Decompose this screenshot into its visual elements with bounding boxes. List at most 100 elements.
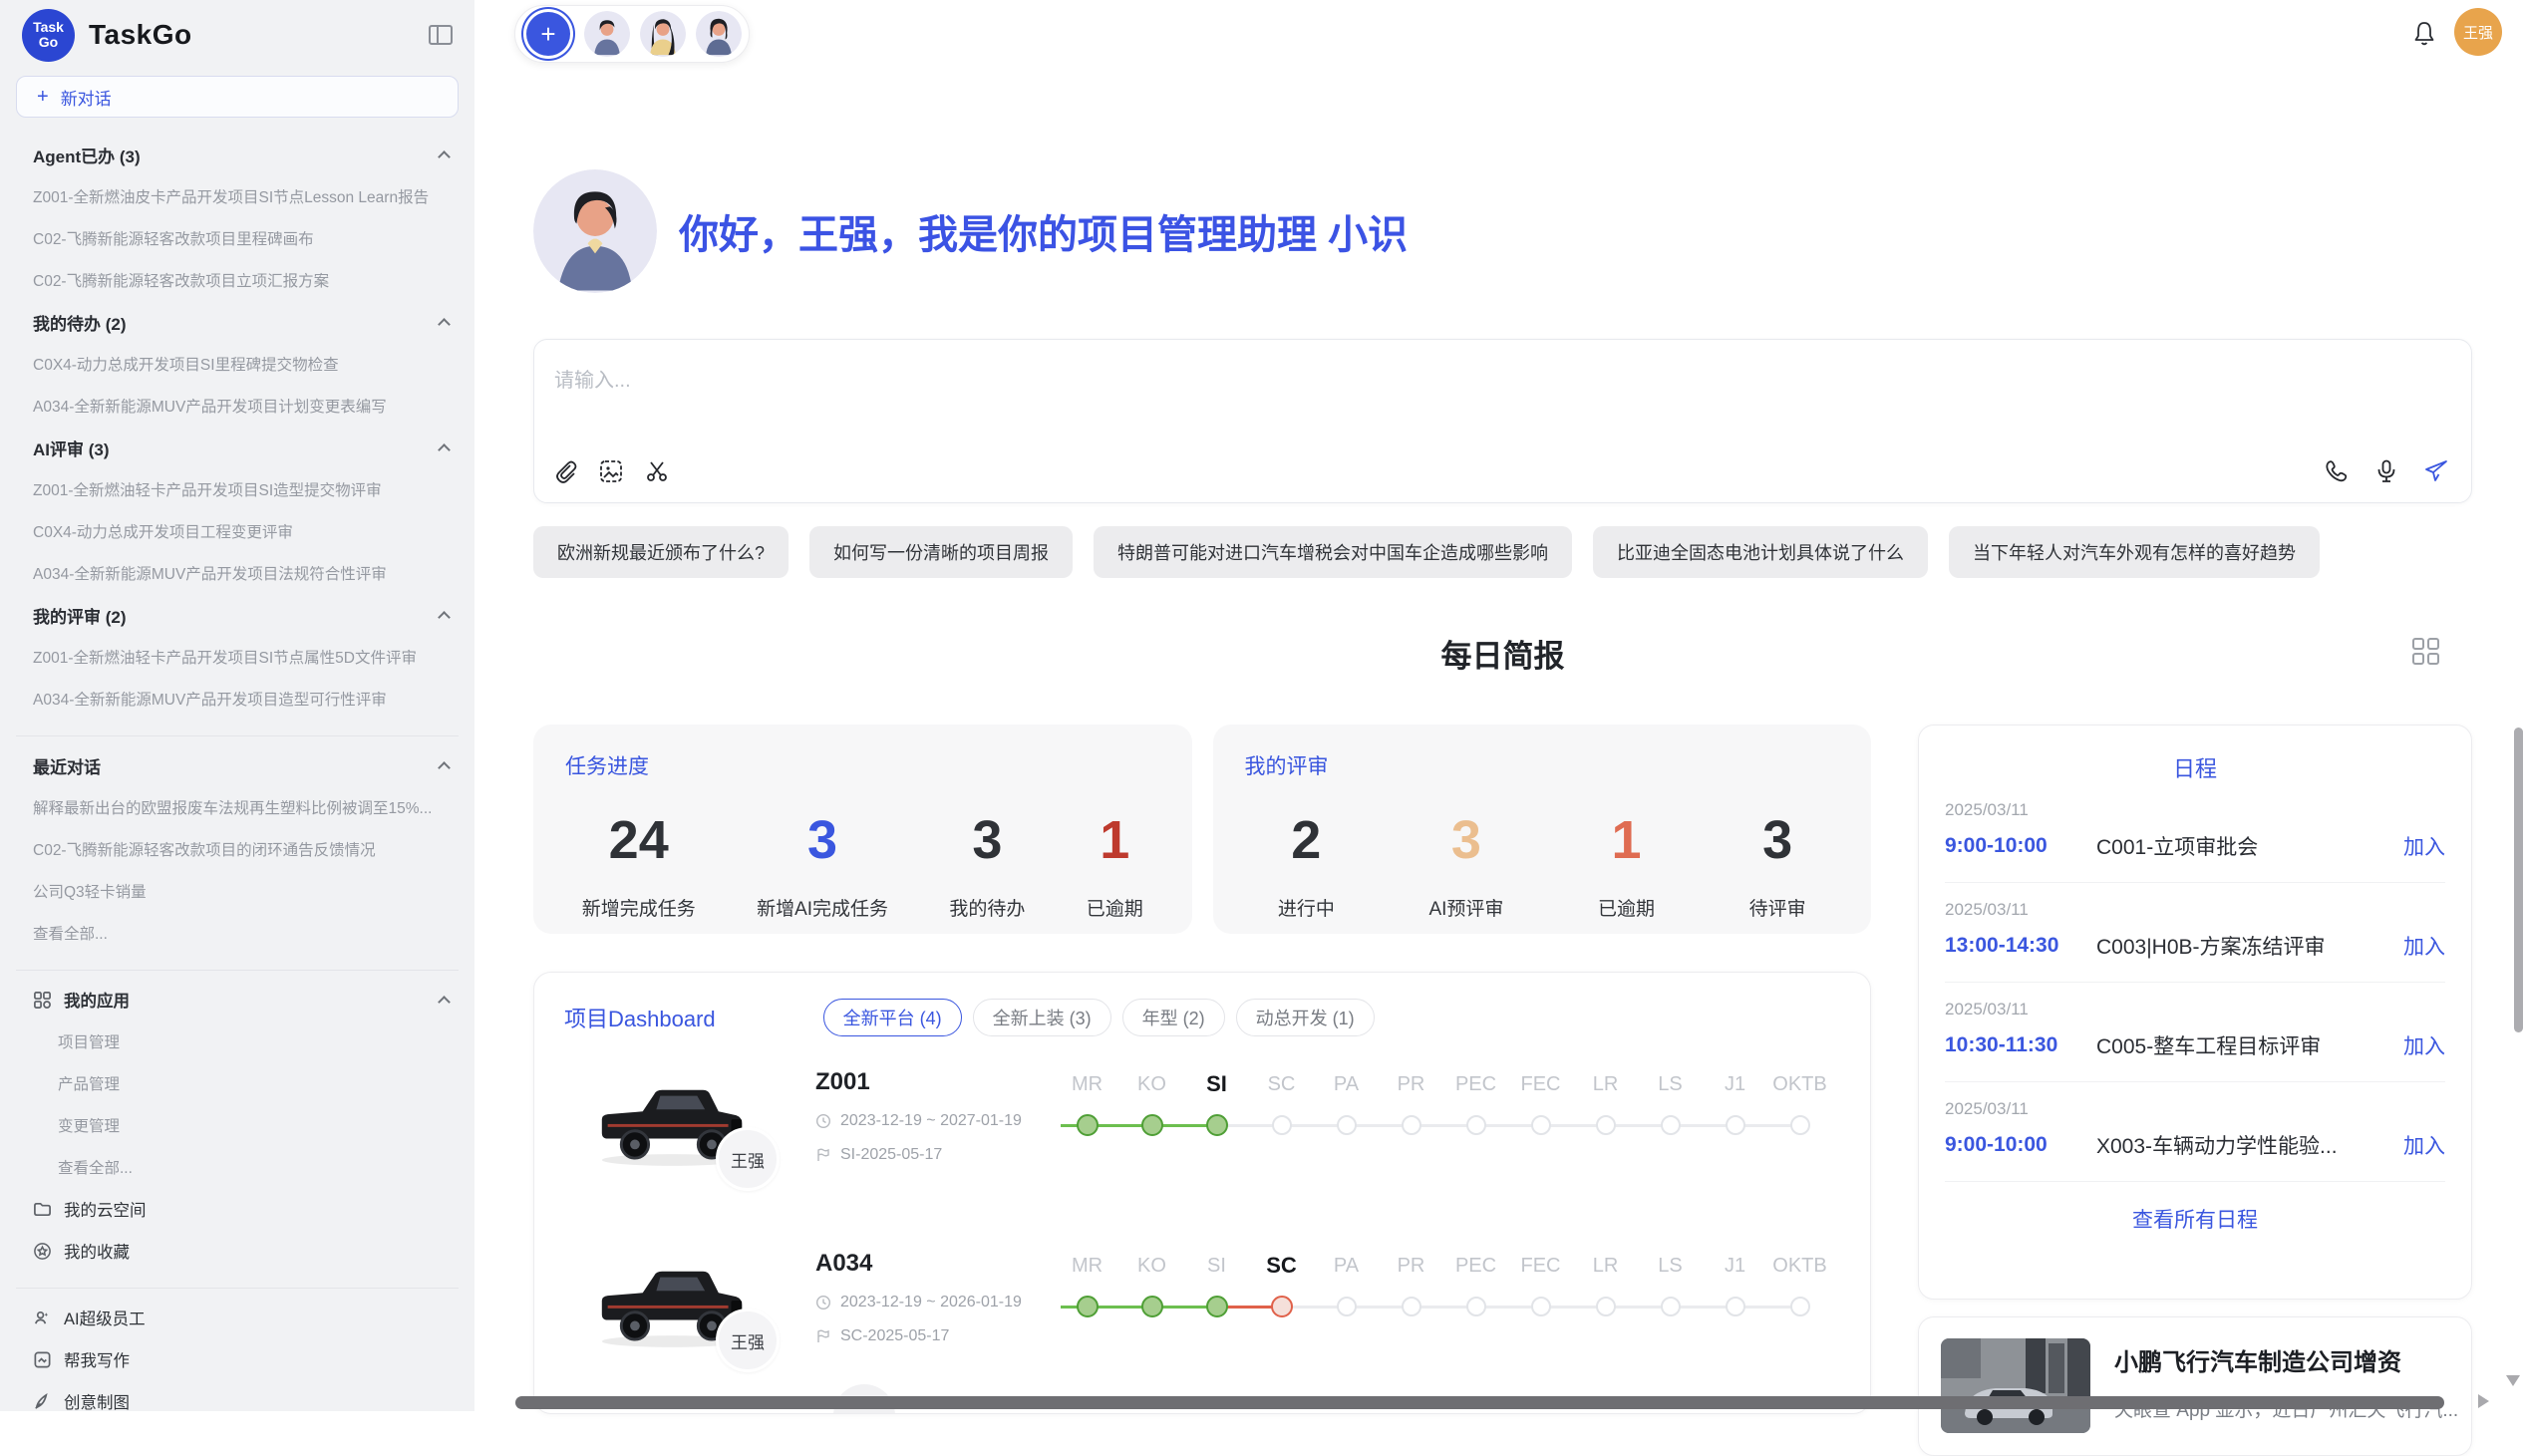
suggestion-chip[interactable]: 比亚迪全固态电池计划具体说了什么: [1593, 526, 1928, 578]
people-icon: [33, 1309, 52, 1327]
news-image: [1941, 1338, 2090, 1433]
dashboard-title: 项目Dashboard: [564, 1002, 716, 1033]
project-flag-milestone: SC-2025-05-17: [815, 1327, 1035, 1345]
milestone-label: LS: [1658, 1070, 1682, 1098]
event-date: 2025/03/11: [1945, 900, 2445, 920]
sidebar-item-cloud-space[interactable]: 我的云空间: [0, 1188, 474, 1230]
section-my-todo[interactable]: 我的待办 (2): [0, 301, 474, 343]
section-recent-chats[interactable]: 最近对话: [0, 744, 474, 786]
join-link[interactable]: 加入: [2403, 1130, 2445, 1160]
section-ai-review[interactable]: AI评审 (3): [0, 427, 474, 468]
daily-briefing-title: 每日简报: [1441, 631, 1565, 676]
divider: [16, 970, 459, 971]
project-flag-milestone: SI-2025-05-17: [815, 1146, 1035, 1164]
join-link[interactable]: 加入: [2403, 931, 2445, 961]
sidebar-collapse-icon[interactable]: [429, 25, 453, 45]
chat-input[interactable]: [554, 364, 2050, 424]
owner-badge: 王强: [716, 1309, 780, 1372]
sidebar-item-help-write[interactable]: 帮我写作: [0, 1338, 474, 1380]
list-item[interactable]: A034-全新新能源MUV产品开发项目法规符合性评审: [0, 552, 474, 594]
microphone-icon[interactable]: [2373, 458, 2399, 484]
flag-icon: [815, 1147, 831, 1163]
vertical-scrollbar[interactable]: [2514, 728, 2523, 1032]
milestone-label: OKTB: [1772, 1070, 1826, 1098]
image-icon[interactable]: [598, 458, 624, 484]
project-code: A034: [815, 1250, 1035, 1278]
list-item[interactable]: Z001-全新燃油轻卡产品开发项目SI节点属性5D文件评审: [0, 636, 474, 678]
section-agent-done[interactable]: Agent已办 (3): [0, 134, 474, 175]
list-item[interactable]: C02-飞腾新能源轻客改款项目里程碑画布: [0, 217, 474, 259]
milestone-dot: [1402, 1297, 1421, 1316]
list-item[interactable]: C0X4-动力总成开发项目SI里程碑提交物检查: [0, 343, 474, 385]
view-all-chats[interactable]: 查看全部...: [0, 912, 474, 954]
suggestion-chip[interactable]: 特朗普可能对进口汽车增税会对中国车企造成哪些影响: [1094, 526, 1572, 578]
project-row-a034[interactable]: 王强 A034 2023-12-19 ~ 2026-01-19 SC: [564, 1242, 1870, 1399]
card-title: 我的评审: [1245, 750, 1854, 780]
schedule-event: 2025/03/11 13:00-14:30 C003|H0B-方案冻结评审 加…: [1945, 883, 2445, 983]
app-item-project[interactable]: 项目管理: [0, 1020, 474, 1062]
milestone-label: KO: [1137, 1070, 1166, 1098]
layout-toggle-icon[interactable]: [2412, 638, 2440, 666]
section-my-review[interactable]: 我的评审 (2): [0, 594, 474, 636]
project-row-z001[interactable]: 王强 Z001 2023-12-19 ~ 2027-01-19 SI: [564, 1060, 1870, 1218]
milestone-dot: [1077, 1296, 1099, 1317]
my-review-card: 我的评审 2 进行中 3 AI预评审 1: [1213, 725, 1872, 934]
list-item[interactable]: Z001-全新燃油皮卡产品开发项目SI节点Lesson Learn报告: [0, 175, 474, 217]
stat-overdue: 1 已逾期: [1087, 810, 1143, 921]
sidebar-item-creative-draw[interactable]: 创意制图: [0, 1380, 474, 1411]
event-time: 9:00-10:00: [1945, 1133, 2096, 1157]
list-item[interactable]: 解释最新出台的欧盟报废车法规再生塑料比例被调至15%...: [0, 786, 474, 828]
milestone-dot: [1726, 1115, 1745, 1135]
tab-new-body[interactable]: 全新上装 (3): [973, 999, 1111, 1036]
view-all-apps[interactable]: 查看全部...: [0, 1146, 474, 1188]
attachment-icon[interactable]: [552, 458, 578, 484]
event-title: C003|H0B-方案冻结评审: [2096, 931, 2403, 961]
project-dates: 2023-12-19 ~ 2026-01-19: [815, 1294, 1035, 1311]
join-link[interactable]: 加入: [2403, 1030, 2445, 1060]
send-icon[interactable]: [2423, 458, 2449, 484]
tab-model-year[interactable]: 年型 (2): [1122, 999, 1225, 1036]
tab-new-platform[interactable]: 全新平台 (4): [823, 999, 962, 1036]
list-item[interactable]: A034-全新新能源MUV产品开发项目计划变更表编写: [0, 385, 474, 427]
logo-line1: Task: [33, 20, 64, 35]
new-chat-button[interactable]: + 新对话: [16, 76, 459, 118]
milestone-dot-overdue: [1271, 1296, 1293, 1317]
event-title: C005-整车工程目标评审: [2096, 1030, 2403, 1060]
list-item[interactable]: A034-全新新能源MUV产品开发项目造型可行性评审: [0, 678, 474, 720]
app-item-product[interactable]: 产品管理: [0, 1062, 474, 1104]
sidebar-item-ai-employee[interactable]: AI超级员工: [0, 1297, 474, 1338]
list-item[interactable]: C0X4-动力总成开发项目工程变更评审: [0, 510, 474, 552]
list-item[interactable]: 公司Q3轻卡销量: [0, 870, 474, 912]
tab-powertrain[interactable]: 动总开发 (1): [1236, 999, 1375, 1036]
sidebar-item-favorites[interactable]: 我的收藏: [0, 1230, 474, 1272]
scroll-down-arrow-icon[interactable]: [2506, 1375, 2520, 1386]
milestone-dot: [1596, 1297, 1616, 1316]
suggestion-chip[interactable]: 如何写一份清晰的项目周报: [809, 526, 1073, 578]
milestone-dot: [1596, 1115, 1616, 1135]
list-item[interactable]: C02-飞腾新能源轻客改款项目的闭环通告反馈情况: [0, 828, 474, 870]
news-card[interactable]: 小鹏飞行汽车制造公司增资 天眼查 App 显示，近日广州汇天飞行汽...: [1918, 1316, 2472, 1456]
horizontal-scrollbar[interactable]: [515, 1396, 2444, 1409]
scroll-right-arrow-icon[interactable]: [2478, 1394, 2489, 1408]
join-link[interactable]: 加入: [2403, 831, 2445, 861]
greeting-text: 你好，王强，我是你的项目管理助理 小识: [679, 202, 1408, 260]
event-title: X003-车辆动力学性能验...: [2096, 1130, 2403, 1160]
app-item-change[interactable]: 变更管理: [0, 1104, 474, 1146]
view-all-schedule-link[interactable]: 查看所有日程: [1945, 1204, 2445, 1234]
section-my-apps[interactable]: 我的应用: [0, 979, 474, 1020]
sidebar-header: Task Go TaskGo: [0, 0, 474, 70]
suggestion-chip[interactable]: 欧洲新规最近颁布了什么?: [533, 526, 789, 578]
project-dates: 2023-12-19 ~ 2027-01-19: [815, 1112, 1035, 1130]
app-title: TaskGo: [89, 19, 192, 51]
milestone-dot: [1077, 1114, 1099, 1136]
write-image-icon: [33, 1350, 52, 1369]
list-item[interactable]: C02-飞腾新能源轻客改款项目立项汇报方案: [0, 259, 474, 301]
list-item[interactable]: Z001-全新燃油轻卡产品开发项目SI造型提交物评审: [0, 468, 474, 510]
scissors-icon[interactable]: [644, 458, 670, 484]
event-date: 2025/03/11: [1945, 800, 2445, 820]
suggestion-chip[interactable]: 当下年轻人对汽车外观有怎样的喜好趋势: [1949, 526, 2320, 578]
event-time: 10:30-11:30: [1945, 1033, 2096, 1057]
phone-call-icon[interactable]: [2324, 458, 2350, 484]
chevron-up-icon: [438, 150, 451, 163]
greeting-block: 你好，王强，我是你的项目管理助理 小识: [533, 169, 2472, 293]
